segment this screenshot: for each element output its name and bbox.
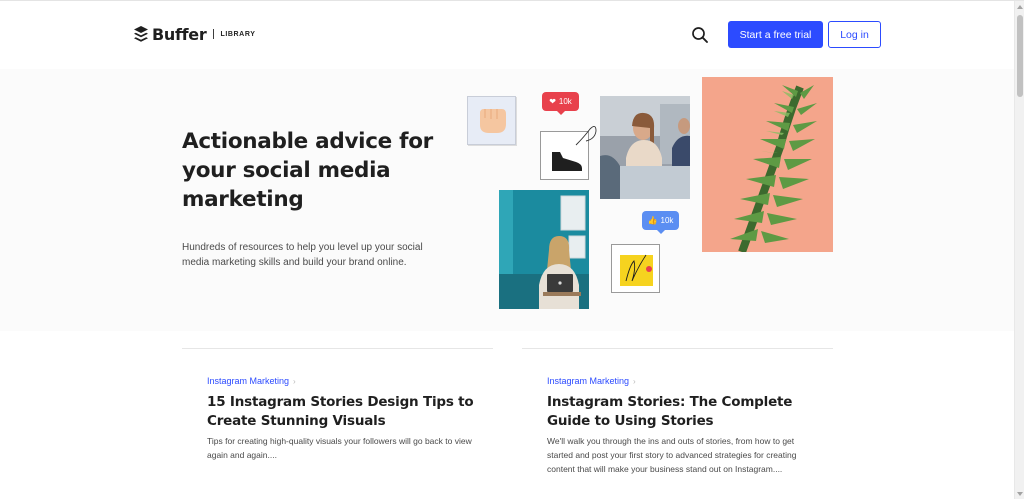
search-icon bbox=[692, 27, 708, 43]
likes-count: 10k bbox=[558, 97, 572, 106]
article-category-link[interactable]: Instagram Marketing › bbox=[547, 376, 636, 386]
buffer-stack-icon bbox=[134, 25, 148, 42]
thumbs-up-badge: 👍 10k bbox=[642, 211, 679, 234]
scroll-down-arrow-icon[interactable] bbox=[1017, 492, 1023, 496]
sticky-note-icon bbox=[620, 254, 653, 286]
start-free-trial-button[interactable]: Start a free trial bbox=[728, 21, 823, 48]
article-card[interactable]: Instagram Marketing › Instagram Stories:… bbox=[522, 348, 833, 499]
buffer-logo[interactable]: Buffer LIBRARY bbox=[134, 23, 256, 45]
search-button[interactable] bbox=[690, 25, 710, 45]
scroll-up-arrow-icon[interactable] bbox=[1017, 5, 1023, 9]
heart-icon: ❤ bbox=[549, 97, 556, 106]
likes-badge: ❤ 10k bbox=[542, 92, 579, 115]
hero-subtitle: Hundreds of resources to help you level … bbox=[182, 242, 423, 268]
log-in-button[interactable]: Log in bbox=[828, 21, 881, 48]
plant-photo bbox=[702, 77, 833, 252]
hand-icon bbox=[480, 109, 506, 133]
logo-wordmark: Buffer bbox=[152, 24, 207, 44]
meeting-photo bbox=[600, 96, 690, 199]
article-excerpt: Tips for creating high-quality visuals y… bbox=[207, 436, 472, 460]
article-card[interactable]: Instagram Marketing › 15 Instagram Stori… bbox=[182, 348, 493, 499]
chevron-right-icon: › bbox=[633, 376, 636, 386]
sticky-note-tile bbox=[611, 244, 660, 293]
article-category-link[interactable]: Instagram Marketing › bbox=[207, 376, 296, 386]
thumbs-up-icon: 👍 bbox=[647, 216, 658, 225]
article-title[interactable]: 15 Instagram Stories Design Tips to Crea… bbox=[207, 393, 477, 431]
doodle-loop-icon bbox=[575, 126, 597, 146]
page-scrollbar[interactable] bbox=[1014, 1, 1024, 499]
woman-laptop-photo bbox=[499, 190, 589, 309]
hand-illustration-tile bbox=[467, 96, 516, 145]
logo-section-label: LIBRARY bbox=[220, 30, 256, 38]
article-excerpt: We'll walk you through the ins and outs … bbox=[547, 436, 797, 474]
chevron-right-icon: › bbox=[293, 376, 296, 386]
hero-title: Actionable advice for your social media … bbox=[182, 129, 433, 212]
article-category-label: Instagram Marketing bbox=[207, 376, 290, 386]
scrollbar-thumb[interactable] bbox=[1017, 15, 1023, 97]
logo-divider bbox=[213, 29, 215, 39]
thumbs-up-count: 10k bbox=[660, 216, 674, 225]
article-title[interactable]: Instagram Stories: The Complete Guide to… bbox=[547, 393, 817, 431]
article-category-label: Instagram Marketing bbox=[547, 376, 630, 386]
site-header: Buffer LIBRARY Start a free trial Log in bbox=[0, 1, 1014, 69]
